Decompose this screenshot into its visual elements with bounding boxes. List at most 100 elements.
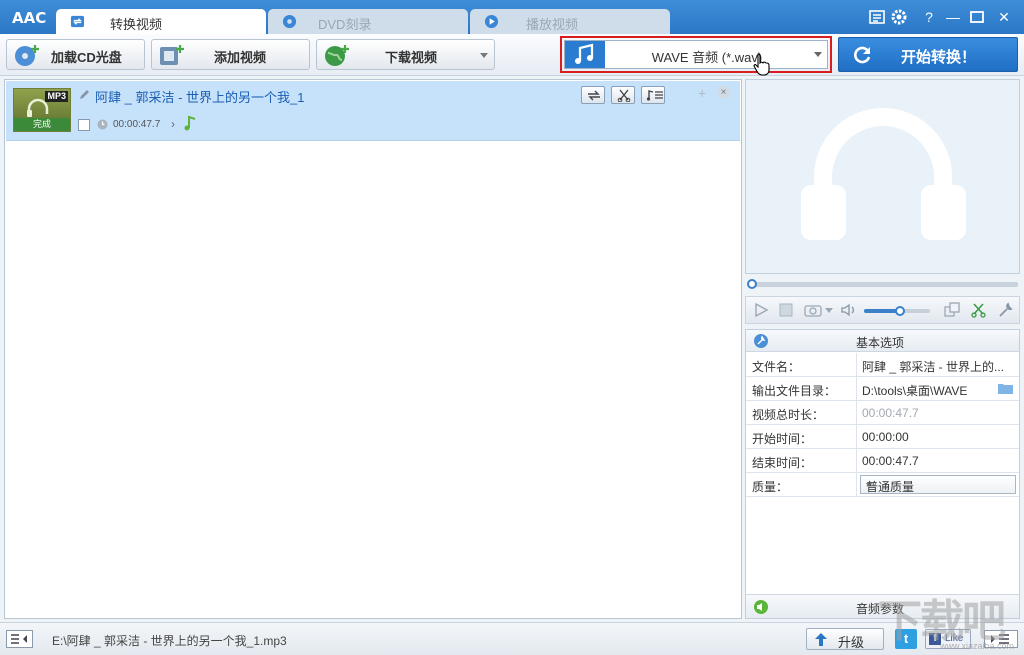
property-key: 质量：: [746, 473, 857, 496]
globe-add-icon: [325, 45, 349, 66]
output-format-select[interactable]: WAVE 音频 (*.wav): [564, 40, 828, 69]
chevron-right-icon[interactable]: ›: [171, 117, 175, 131]
wrench-icon: [754, 334, 768, 348]
chevron-down-icon[interactable]: [825, 308, 833, 313]
start-convert-label: 开始转换！: [901, 49, 977, 66]
add-video-button[interactable]: 添加视频: [151, 39, 310, 70]
file-duration: 00:00:47.7: [113, 119, 161, 130]
maximize-icon[interactable]: [968, 8, 986, 26]
close-icon[interactable]: ×: [717, 86, 730, 99]
status-bar: E:\阿肆 _ 郭采洁 - 世界上的另一个我_1.mp3 升级 t f Like: [0, 622, 1024, 655]
property-key: 结束时间：: [746, 449, 857, 472]
add-video-label: 添加视频: [214, 50, 267, 65]
property-row-start-time: 开始时间： 00:00:00: [746, 425, 1019, 449]
property-key: 文件名：: [746, 353, 857, 376]
disc-icon: [282, 14, 297, 29]
property-row-quality: 质量： 普通质量: [746, 473, 1019, 497]
tab-label: 播放视频: [526, 17, 579, 32]
tab-play-video[interactable]: 播放视频: [470, 9, 670, 34]
convert-icon: [70, 15, 85, 28]
refresh-icon: [854, 46, 871, 64]
upgrade-label: 升级: [838, 635, 865, 650]
properties-header[interactable]: 基本选项: [746, 330, 1019, 352]
quality-select[interactable]: 普通质量: [860, 475, 1016, 494]
volume-icon[interactable]: [840, 302, 858, 318]
scissors-icon[interactable]: [970, 302, 988, 318]
upgrade-arrow-icon: [815, 633, 827, 646]
property-key: 开始时间：: [746, 425, 857, 448]
chevron-down-icon[interactable]: [814, 52, 822, 57]
pencil-icon[interactable]: [78, 89, 90, 101]
minimize-icon[interactable]: —: [944, 8, 962, 26]
property-row-output-dir: 输出文件目录： D:\tools\桌面\WAVE: [746, 377, 1019, 401]
convert-settings-button[interactable]: [581, 86, 605, 104]
output-dir-value[interactable]: D:\tools\桌面\WAVE: [858, 377, 1018, 400]
toggle-list-button[interactable]: [6, 630, 33, 648]
end-time-value[interactable]: 00:00:47.7: [858, 449, 1018, 472]
file-thumbnail: MP3 完成: [13, 88, 71, 132]
wrench-icon[interactable]: [997, 302, 1015, 318]
title-bar: AAC 转换视频 DVD刻录 播放视频 ? — ✕: [0, 0, 1024, 34]
download-video-button[interactable]: 下载视频: [316, 39, 495, 70]
help-icon[interactable]: ?: [920, 8, 938, 26]
cd-add-icon: [15, 45, 39, 66]
play-icon[interactable]: [752, 302, 770, 318]
list-icon[interactable]: [868, 8, 886, 26]
folder-icon[interactable]: [998, 382, 1013, 394]
upgrade-button[interactable]: 升级: [806, 628, 884, 650]
music-note-icon: [565, 41, 605, 68]
list-toggle-icon: [11, 634, 27, 644]
properties-title: 基本选项: [856, 336, 905, 350]
load-cd-button[interactable]: 加载CD光盘: [6, 39, 145, 70]
property-row-duration: 视频总时长： 00:00:47.7: [746, 401, 1019, 425]
property-row-end-time: 结束时间： 00:00:47.7: [746, 449, 1019, 473]
play-icon: [484, 14, 499, 29]
gear-icon[interactable]: [890, 8, 908, 26]
watermark-url: www.xiazaiba.com: [940, 641, 1015, 651]
filename-value[interactable]: 阿肆 _ 郭采洁 - 世界上的...: [858, 353, 1018, 376]
toolbar: 加载CD光盘 添加视频 下载视频 WAVE 音频 (*.wav) 开始转换！: [0, 34, 1024, 76]
seek-track[interactable]: [749, 282, 1018, 287]
download-video-label: 下载视频: [385, 50, 438, 65]
status-badge: 完成: [14, 118, 70, 131]
seek-handle[interactable]: [747, 279, 757, 289]
player-controls: [745, 296, 1020, 324]
swap-icon: [588, 90, 600, 101]
chevron-down-icon[interactable]: [866, 483, 872, 487]
volume-handle[interactable]: [895, 306, 906, 316]
camera-icon[interactable]: [804, 302, 822, 318]
start-time-value[interactable]: 00:00:00: [858, 425, 1018, 448]
duration-value: 00:00:47.7: [862, 406, 919, 420]
add-icon[interactable]: +: [698, 85, 706, 101]
tab-label: 转换视频: [110, 17, 163, 32]
file-checkbox[interactable]: [78, 119, 90, 131]
property-key: 输出文件目录：: [746, 377, 857, 400]
status-file-path: E:\阿肆 _ 郭采洁 - 世界上的另一个我_1.mp3: [52, 634, 287, 648]
load-cd-label: 加载CD光盘: [51, 50, 122, 65]
list-item[interactable]: MP3 完成 阿肆 _ 郭采洁 - 世界上的另一个我_1 00:00:47.7 …: [6, 81, 740, 141]
app-logo: AAC: [12, 9, 47, 27]
stop-icon[interactable]: [777, 302, 795, 318]
tab-dvd-burn[interactable]: DVD刻录: [268, 9, 468, 34]
audio-track-button[interactable]: [641, 86, 665, 104]
scissors-icon: [617, 89, 631, 102]
tab-label: DVD刻录: [318, 17, 372, 32]
file-list[interactable]: MP3 完成 阿肆 _ 郭采洁 - 世界上的另一个我_1 00:00:47.7 …: [4, 79, 742, 619]
volume-slider[interactable]: [864, 306, 930, 316]
music-note-icon: [184, 115, 196, 131]
hand-cursor-icon: [753, 53, 770, 76]
trim-button[interactable]: [611, 86, 635, 104]
chevron-down-icon[interactable]: [480, 53, 488, 58]
start-convert-button[interactable]: 开始转换！: [838, 37, 1018, 72]
headphones-icon: [801, 108, 966, 240]
output-format-label: WAVE 音频 (*.wav): [651, 50, 763, 65]
tab-convert-video[interactable]: 转换视频: [56, 9, 266, 34]
film-add-icon: [160, 45, 184, 65]
music-list-icon: [646, 90, 663, 101]
property-key: 视频总时长：: [746, 401, 857, 424]
file-title[interactable]: 阿肆 _ 郭采洁 - 世界上的另一个我_1: [95, 87, 304, 106]
seek-slider[interactable]: [745, 278, 1020, 290]
close-icon[interactable]: ✕: [995, 8, 1013, 26]
clock-icon: [97, 119, 108, 130]
copy-icon[interactable]: [943, 302, 961, 318]
